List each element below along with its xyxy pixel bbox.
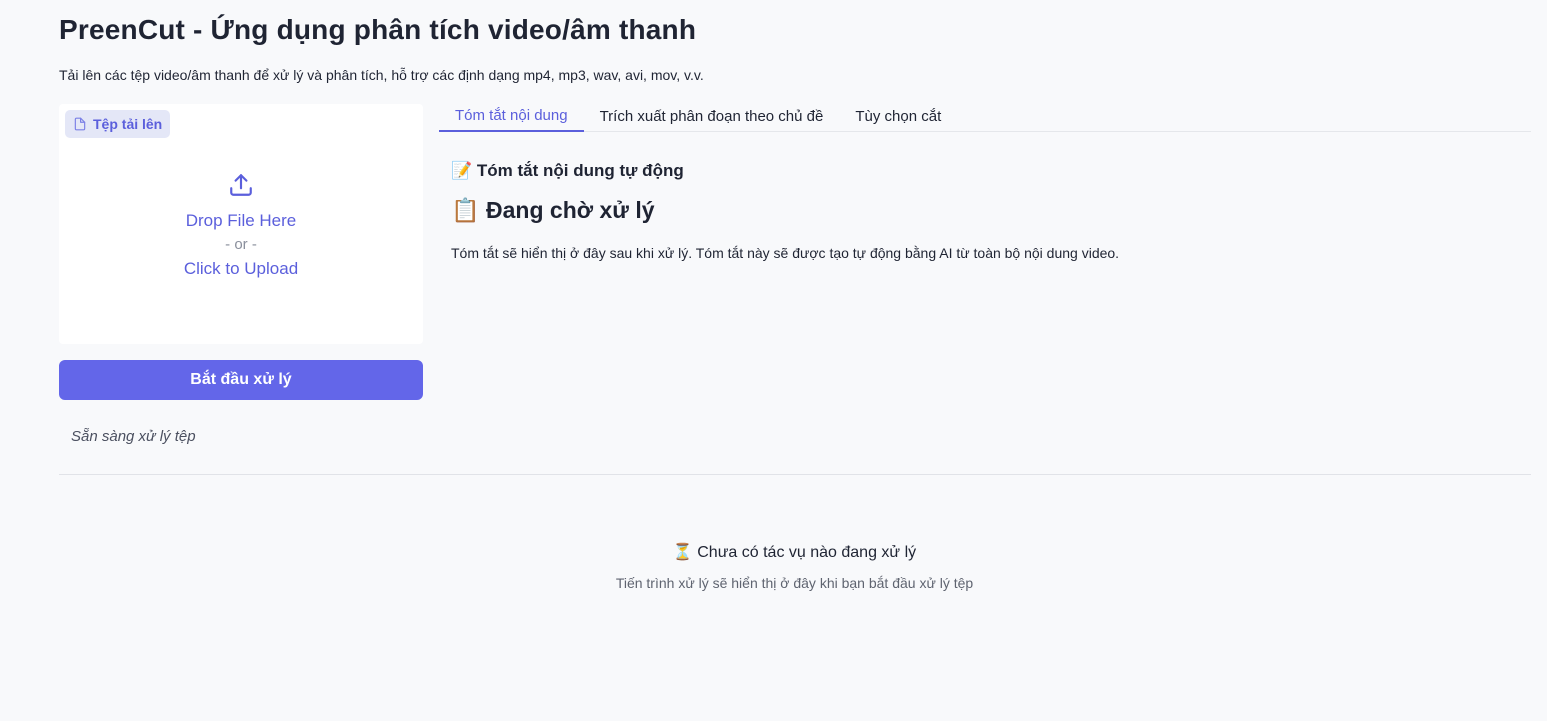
tab-topic-segments[interactable]: Trích xuất phân đoạn theo chủ đề: [584, 101, 840, 132]
summary-description: Tóm tắt sẽ hiển thị ở đây sau khi xử lý.…: [451, 245, 1120, 261]
upload-label-text: Tệp tải lên: [93, 116, 163, 132]
tab-cut-options[interactable]: Tùy chọn cắt: [839, 101, 957, 132]
hourglass-icon: ⏳: [672, 544, 693, 561]
progress-title-text: Chưa có tác vụ nào đang xử lý: [697, 544, 917, 561]
or-separator-text: - or -: [225, 236, 257, 253]
progress-description: Tiến trình xử lý sẽ hiển thị ở đây khi b…: [615, 575, 974, 591]
tab-bar: Tóm tắt nội dung Trích xuất phân đoạn th…: [439, 101, 1531, 132]
waiting-heading: 📋 Đang chờ xử lý: [451, 197, 655, 224]
memo-icon: 📝: [451, 161, 473, 180]
progress-title: ⏳ Chưa có tác vụ nào đang xử lý: [0, 542, 1547, 562]
tab-content-summary[interactable]: Tóm tắt nội dung: [439, 101, 584, 132]
file-dropzone[interactable]: Drop File Here - or - Click to Upload: [59, 172, 423, 292]
summary-heading: 📝 Tóm tắt nội dung tự động: [451, 161, 684, 181]
app-page: PreenCut - Ứng dụng phân tích video/âm t…: [0, 0, 1547, 721]
waiting-heading-text: Đang chờ xử lý: [486, 197, 655, 223]
upload-label-badge: Tệp tải lên: [65, 110, 171, 138]
drop-file-text: Drop File Here: [185, 211, 297, 230]
file-upload-panel: Tệp tải lên Drop File Here - or - Click …: [59, 104, 423, 344]
clipboard-icon: 📋: [451, 197, 480, 223]
upload-icon: [228, 172, 254, 203]
page-subtitle: Tải lên các tệp video/âm thanh để xử lý …: [59, 67, 704, 83]
file-icon: [73, 117, 87, 131]
summary-heading-text: Tóm tắt nội dung tự động: [476, 161, 684, 180]
status-text: Sẵn sàng xử lý tệp: [71, 428, 196, 445]
click-to-upload-text[interactable]: Click to Upload: [184, 257, 298, 281]
page-title: PreenCut - Ứng dụng phân tích video/âm t…: [59, 14, 697, 45]
start-processing-button[interactable]: Bắt đầu xử lý: [59, 360, 423, 400]
section-divider: [59, 474, 1531, 475]
